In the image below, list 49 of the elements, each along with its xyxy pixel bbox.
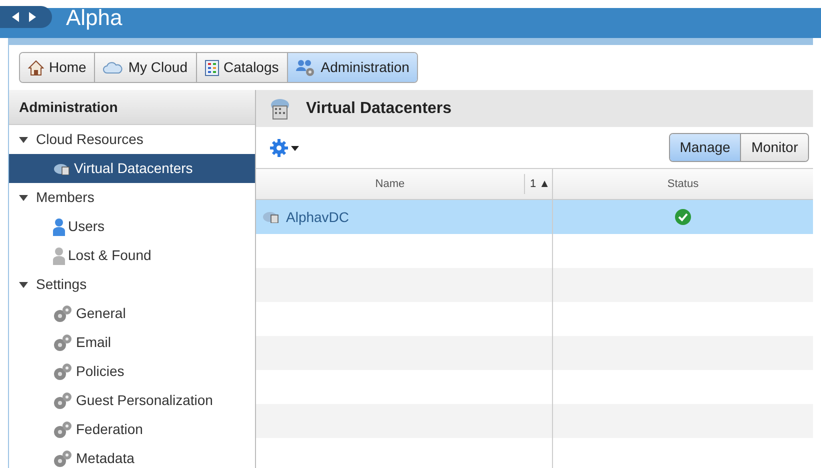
tree-item[interactable]: Email bbox=[9, 328, 255, 357]
column-header[interactable]: Name bbox=[256, 176, 524, 192]
tree-item[interactable]: Federation bbox=[9, 415, 255, 444]
nav-tab[interactable]: My Cloud bbox=[94, 53, 196, 82]
cloud-icon bbox=[103, 62, 124, 74]
datacenter-icon bbox=[53, 162, 71, 174]
table-cell-text: AlphavDC bbox=[286, 208, 350, 227]
sidebar-title: Administration bbox=[9, 90, 255, 125]
datacenter-icon bbox=[268, 98, 292, 120]
gears-icon bbox=[53, 304, 73, 322]
datacenter-icon bbox=[262, 211, 280, 223]
tree-group[interactable]: Members bbox=[9, 183, 255, 212]
user-icon bbox=[53, 218, 65, 236]
nav-tab[interactable]: Catalogs bbox=[196, 53, 287, 82]
table-row[interactable]: AlphavDC bbox=[256, 200, 813, 234]
gears-icon bbox=[53, 450, 73, 468]
tree-group[interactable]: Settings bbox=[9, 270, 255, 299]
ok-status-icon bbox=[675, 209, 691, 225]
view-tab[interactable]: Manage bbox=[670, 134, 740, 161]
back-icon[interactable] bbox=[12, 12, 20, 22]
sort-indicator[interactable]: 1 ▲ bbox=[524, 174, 552, 194]
nav-tab[interactable]: Home bbox=[20, 53, 94, 82]
gears-icon bbox=[53, 334, 73, 352]
column-header[interactable]: Status bbox=[667, 176, 699, 192]
tree-item[interactable]: Guest Personalization bbox=[9, 386, 255, 415]
tree-item[interactable]: Metadata bbox=[9, 444, 255, 468]
house-icon bbox=[28, 60, 44, 76]
settings-menu-icon[interactable] bbox=[270, 138, 300, 156]
user-icon bbox=[53, 246, 65, 264]
tree-item[interactable]: Virtual Datacenters bbox=[9, 154, 255, 183]
tree-item[interactable]: Lost & Found bbox=[9, 241, 255, 270]
tree-group[interactable]: Cloud Resources bbox=[9, 125, 255, 154]
tree-item[interactable]: Policies bbox=[9, 357, 255, 386]
forward-icon[interactable] bbox=[28, 12, 36, 22]
window-title: Alpha bbox=[66, 4, 122, 32]
collapse-icon[interactable] bbox=[19, 282, 28, 288]
gears-icon bbox=[53, 392, 73, 410]
catalog-icon bbox=[204, 60, 218, 76]
panel-title: Virtual Datacenters bbox=[306, 98, 452, 118]
collapse-icon[interactable] bbox=[19, 194, 28, 200]
view-tab[interactable]: Monitor bbox=[740, 134, 808, 161]
tree-item[interactable]: General bbox=[9, 299, 255, 328]
gears-icon bbox=[53, 362, 73, 380]
users-gear-icon bbox=[296, 58, 316, 76]
gears-icon bbox=[53, 420, 73, 438]
back-forward-control[interactable] bbox=[0, 6, 52, 28]
tree-item[interactable]: Users bbox=[9, 212, 255, 241]
nav-tab[interactable]: Administration bbox=[286, 53, 418, 82]
collapse-icon[interactable] bbox=[19, 136, 28, 142]
